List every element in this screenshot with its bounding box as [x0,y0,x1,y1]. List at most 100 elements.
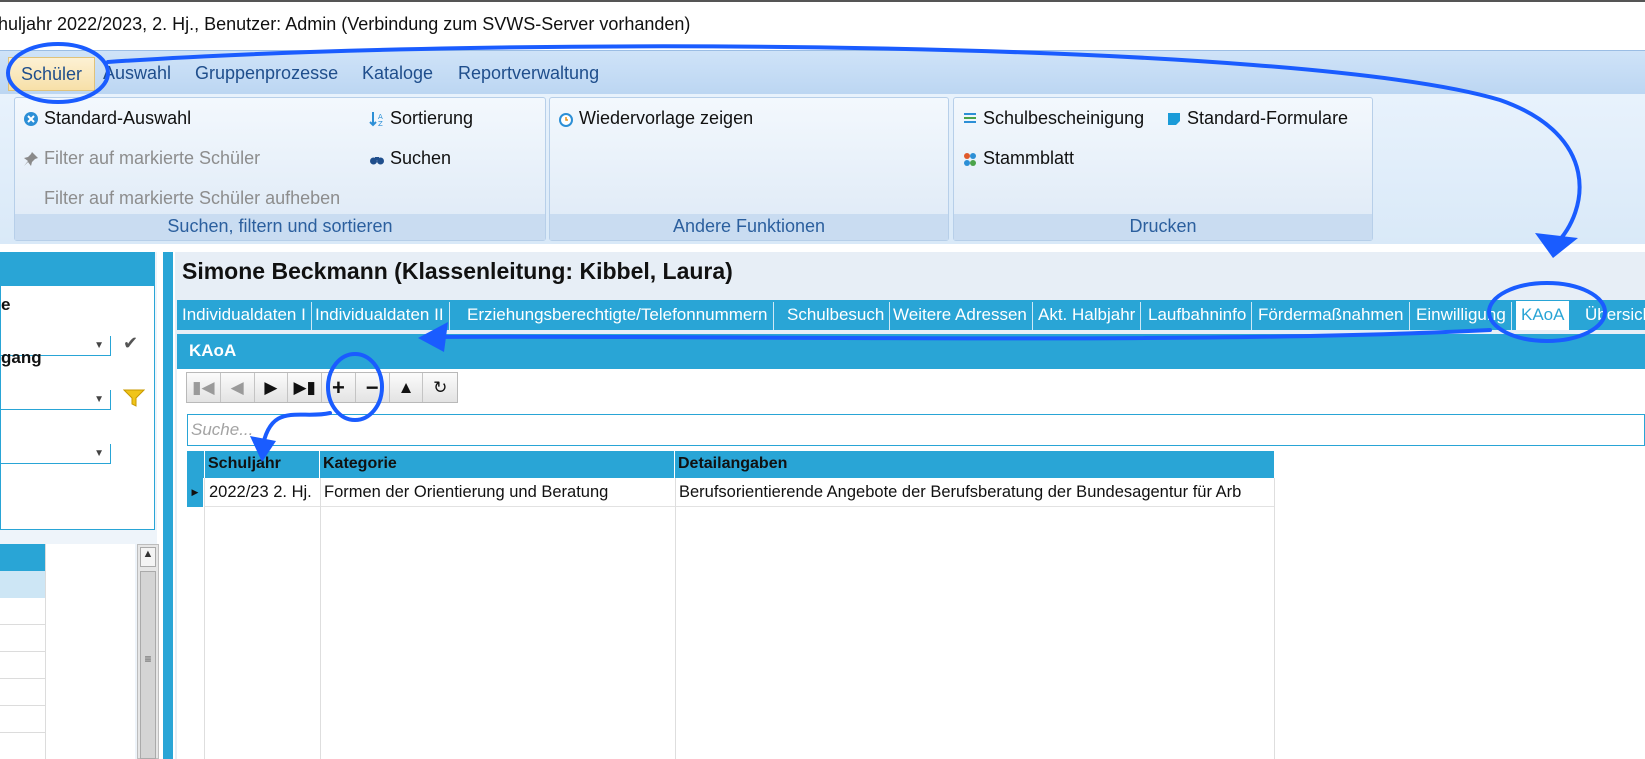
ribbon-group-print-caption: Drucken [954,214,1372,240]
tab-individualdaten-2[interactable]: Individualdaten II [310,302,450,330]
dropdown-arrow-icon: ▼ [94,448,104,459]
svg-text:Z: Z [378,120,383,127]
column-header-schuljahr[interactable]: Schuljahr [205,451,320,478]
menu-gruppenprozesse[interactable]: Gruppenprozesse [195,63,338,84]
sortierung-button[interactable]: AZ Sortierung [369,108,473,129]
filter-markierte-label: Filter auf markierte Schüler [44,148,261,168]
filter-aufheben-button[interactable]: Filter auf markierte Schüler aufheben [44,188,340,209]
student-header: Simone Beckmann (Klassenleitung: Kibbel,… [182,258,733,284]
binoculars-icon [369,151,385,167]
people-icon [962,151,978,167]
grid-line [204,478,205,759]
list-divider [0,705,45,706]
schulbescheinigung-label: Schulbescheinigung [983,108,1145,128]
record-navigator: ▮◀ ◀ ▶ ▶▮ + − ▲ ↻ [186,372,458,403]
sortierung-label: Sortierung [390,108,474,128]
filter-funnel-icon[interactable] [122,387,146,414]
window-title: huljahr 2022/2023, 2. Hj., Benutzer: Adm… [0,14,691,34]
add-record-icon[interactable]: + [322,373,356,402]
title-bar: huljahr 2022/2023, 2. Hj., Benutzer: Adm… [0,0,1645,46]
edit-record-icon[interactable]: ▲ [390,373,424,402]
menu-bar: Schüler Auswahl Gruppenprozesse Kataloge… [0,50,1645,94]
tab-foerdermassnahmen[interactable]: Fördermaßnahmen [1253,302,1410,330]
filter-aufheben-label: Filter auf markierte Schüler aufheben [44,188,341,208]
filter-label-1: e [1,295,11,314]
grid-corner [187,451,205,478]
scroll-up-icon[interactable]: ▲ [140,547,156,567]
wiedervorlage-button[interactable]: Wiedervorlage zeigen [558,108,753,129]
schulbescheinigung-button[interactable]: Schulbescheinigung [962,108,1144,129]
left-filter-panel: e ▼ ✔ gang ▼ ▼ ▲ ≡ [0,252,159,759]
scroll-thumb[interactable]: ≡ [140,571,156,759]
column-header-kategorie[interactable]: Kategorie [320,451,675,478]
filter-combo-2[interactable]: ▼ [1,390,111,410]
dropdown-arrow-icon: ▼ [94,340,104,351]
form-icon [1166,111,1182,127]
kaoa-section-header: KAoA [177,334,1645,369]
filter-label-2: gang [1,348,42,367]
filter-box: e ▼ ✔ gang ▼ ▼ [0,285,155,530]
stammblatt-label: Stammblatt [983,148,1075,168]
row-selector-icon[interactable]: ▶ [187,478,203,507]
tab-kaoa[interactable]: KAoA [1515,300,1571,330]
list-divider [0,678,45,679]
student-list [0,544,135,759]
grid-line [675,478,676,759]
last-record-icon[interactable]: ▶▮ [288,373,323,402]
refresh-icon[interactable]: ↻ [423,373,457,402]
delete-record-icon[interactable]: − [356,373,390,402]
list-column-divider [45,544,46,759]
first-record-icon[interactable]: ▮◀ [187,373,221,402]
list-divider [0,624,45,625]
tab-erziehungsberechtigte[interactable]: Erziehungsberechtigte/Telefonnummern [462,302,774,330]
list-divider [0,732,45,733]
column-header-detailangaben[interactable]: Detailangaben [675,451,1275,478]
ribbon: Standard-Auswahl Filter auf markierte Sc… [0,94,1645,244]
sort-icon: AZ [369,111,385,128]
left-panel-header [0,252,155,285]
grid-line [1274,478,1275,759]
filter-combo-3[interactable]: ▼ [1,444,111,464]
ribbon-group-print: Schulbescheinigung Standard-Formulare St… [953,97,1373,241]
kaoa-heading: KAoA [189,341,237,360]
tab-weitere-adressen[interactable]: Weitere Adressen [888,302,1033,330]
menu-schueler[interactable]: Schüler [8,57,96,91]
tab-einwilligung[interactable]: Einwilligung [1411,302,1512,330]
tab-laufbahninfo[interactable]: Laufbahninfo [1143,302,1253,330]
dropdown-arrow-icon: ▼ [94,394,104,405]
cell-schuljahr[interactable]: 2022/23 2. Hj. [205,478,320,507]
tab-akt-halbjahr[interactable]: Akt. Halbjahr [1033,302,1142,330]
ribbon-group-search: Standard-Auswahl Filter auf markierte Sc… [14,97,546,241]
panel-splitter[interactable] [163,252,173,759]
menu-reportverwaltung[interactable]: Reportverwaltung [458,63,599,84]
next-record-icon[interactable]: ▶ [255,373,289,402]
close-circle-icon [23,111,39,127]
document-lines-icon [962,111,978,127]
search-input[interactable] [191,419,1591,441]
cell-kategorie[interactable]: Formen der Orientierung und Beratung [320,478,675,507]
check-icon[interactable]: ✔ [123,333,138,354]
list-divider [0,651,45,652]
suchen-label: Suchen [390,148,452,168]
standard-auswahl-button[interactable]: Standard-Auswahl [23,108,191,129]
filter-markierte-button[interactable]: Filter auf markierte Schüler [23,148,260,169]
ribbon-group-other: Wiedervorlage zeigen Andere Funktionen [549,97,949,241]
ribbon-group-other-caption: Andere Funktionen [550,214,948,240]
standard-auswahl-label: Standard-Auswahl [44,108,192,128]
search-box [187,414,1645,446]
grid-line [320,478,321,759]
tab-schulbesuch[interactable]: Schulbesuch [782,302,891,330]
standard-formulare-button[interactable]: Standard-Formulare [1166,108,1348,129]
student-list-scrollbar[interactable]: ▲ ≡ [137,544,159,759]
suchen-button[interactable]: Suchen [369,148,451,169]
menu-auswahl[interactable]: Auswahl [103,63,171,84]
pin-icon [23,151,39,167]
cell-detailangaben[interactable]: Berufsorientierende Angebote der Berufsb… [675,478,1275,507]
menu-kataloge[interactable]: Kataloge [362,63,433,84]
tab-individualdaten-1[interactable]: Individualdaten I [177,302,312,330]
student-list-selected-row[interactable] [0,571,45,598]
previous-record-icon[interactable]: ◀ [221,373,255,402]
tab-uebersicht[interactable]: Übersich [1580,302,1645,330]
stammblatt-button[interactable]: Stammblatt [962,148,1074,169]
ribbon-group-search-caption: Suchen, filtern und sortieren [15,214,545,240]
